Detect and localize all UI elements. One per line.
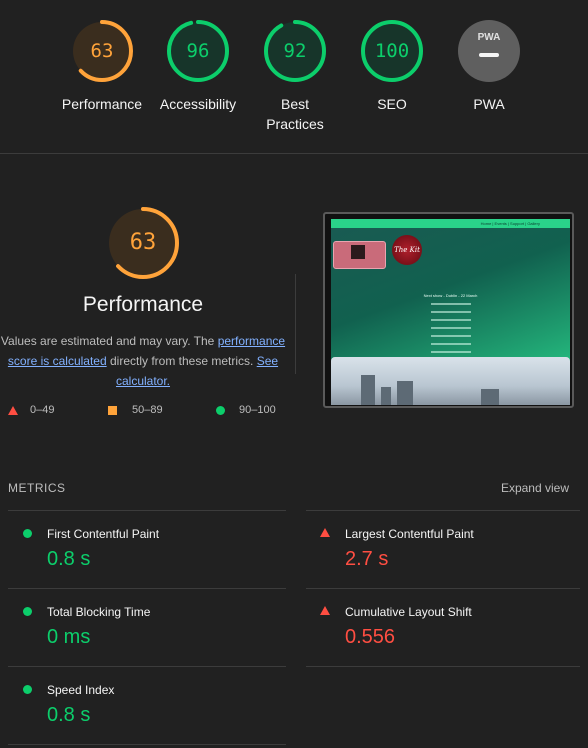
- gauge-label: Best Practices: [266, 96, 324, 132]
- screenshot-photo: [331, 357, 570, 405]
- desc-text: directly from these metrics.: [109, 354, 254, 368]
- gauge-score: 92: [283, 40, 307, 62]
- triangle-icon: [8, 405, 18, 415]
- metric-label: Cumulative Layout Shift: [345, 605, 472, 619]
- metric-tbt: Total Blocking Time 0 ms: [8, 589, 268, 667]
- screenshot-card: [333, 241, 386, 269]
- gauge-performance[interactable]: 63 Performance: [47, 18, 157, 114]
- metric-divider: [306, 666, 580, 667]
- expand-view-toggle[interactable]: Expand view: [501, 481, 569, 495]
- metric-value: 0.8 s: [47, 704, 91, 726]
- circle-icon: [23, 685, 32, 694]
- metric-label: First Contentful Paint: [47, 527, 160, 541]
- metric-label: Largest Contentful Paint: [345, 527, 474, 541]
- performance-summary: 63 Performance Values are estimated and …: [0, 200, 286, 391]
- gauge-label: PWA: [473, 96, 505, 112]
- metric-fcp: First Contentful Paint 0.8 s: [8, 511, 268, 589]
- gauge-score: 63: [90, 40, 114, 62]
- section-divider: [0, 153, 588, 154]
- metric-lcp: Largest Contentful Paint 2.7 s: [306, 511, 566, 589]
- screenshot-heading: Next show - Dublin - 22 March: [423, 293, 478, 298]
- metric-divider: [8, 744, 286, 745]
- metric-value: 2.7 s: [345, 548, 389, 570]
- gauge-label: Performance: [61, 96, 143, 112]
- legend-range: 50–89: [132, 404, 163, 416]
- performance-description: Values are estimated and may vary. The p…: [0, 331, 286, 391]
- circle-icon: [23, 607, 32, 616]
- metric-cls: Cumulative Layout Shift 0.556: [306, 589, 566, 667]
- legend-pass: 90–100: [216, 404, 276, 416]
- circle-icon: [216, 405, 225, 415]
- square-icon: [108, 405, 117, 415]
- screenshot-nav: Home | Events | Support | Gallery: [331, 219, 570, 228]
- pwa-badge-icon: [458, 20, 520, 82]
- performance-gauge: 63: [105, 205, 181, 281]
- legend-range: 90–100: [239, 404, 276, 416]
- metric-label: Speed Index: [47, 683, 115, 697]
- score-legend: 0–49 50–89 90–100: [0, 404, 300, 420]
- legend-range: 0–49: [30, 404, 55, 416]
- legend-fail: 0–49: [8, 404, 54, 416]
- gauge-pwa[interactable]: PWA PWA: [434, 18, 544, 114]
- screenshot-logo: The Kit: [392, 235, 422, 265]
- metric-value: 0 ms: [47, 626, 91, 648]
- gauge-label: Accessibility: [159, 96, 237, 112]
- triangle-icon: [320, 606, 330, 615]
- category-gauges: 63 Performance 96 Accessibility 92 Best …: [0, 0, 588, 153]
- metric-label: Total Blocking Time: [47, 605, 151, 619]
- performance-title: Performance: [82, 293, 204, 316]
- gauge-accessibility[interactable]: 96 Accessibility: [143, 18, 253, 114]
- gauge-score: 96: [186, 40, 210, 62]
- metrics-title: METRICS: [8, 481, 66, 495]
- circle-icon: [23, 529, 32, 538]
- metric-speed-index: Speed Index 0.8 s: [8, 667, 268, 745]
- metric-value: 0.556: [345, 626, 396, 648]
- metrics-header: METRICS Expand view: [8, 481, 580, 497]
- performance-score: 63: [129, 230, 157, 255]
- pwa-badge-text: PWA: [477, 32, 501, 43]
- gauge-score: 100: [374, 40, 410, 62]
- screenshot-page: Home | Events | Support | Gallery The Ki…: [331, 219, 570, 405]
- gauge-label: SEO: [377, 96, 407, 112]
- gauge-seo[interactable]: 100 SEO: [337, 18, 447, 114]
- metric-value: 0.8 s: [47, 548, 91, 570]
- gauge-best-practices[interactable]: 92 Best Practices: [240, 18, 350, 134]
- final-screenshot[interactable]: Home | Events | Support | Gallery The Ki…: [323, 212, 574, 408]
- desc-text: Values are estimated and may vary. The: [0, 334, 215, 348]
- legend-average: 50–89: [108, 404, 163, 416]
- triangle-icon: [320, 528, 330, 537]
- vertical-divider: [295, 274, 296, 374]
